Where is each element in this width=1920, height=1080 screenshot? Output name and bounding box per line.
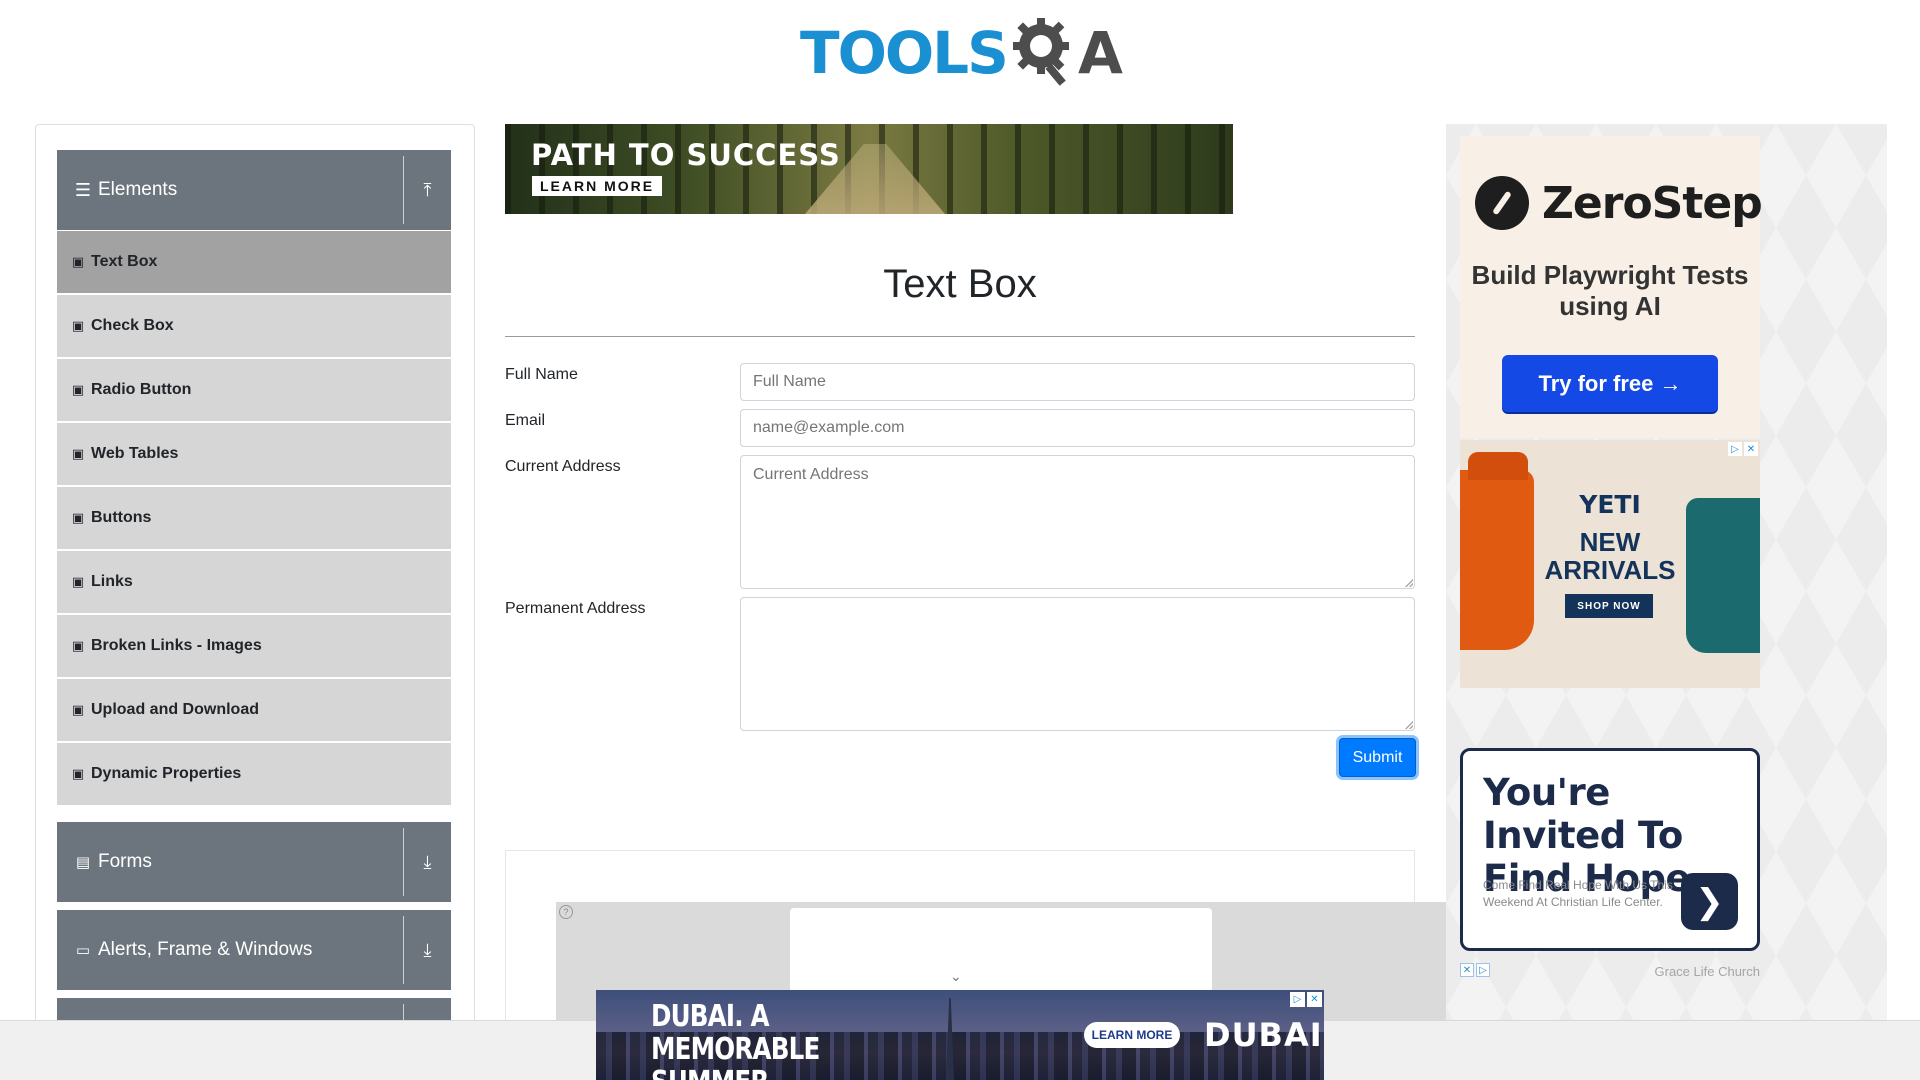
banner-title: PATH TO SUCCESS	[531, 138, 841, 172]
current-address-label: Current Address	[505, 458, 621, 475]
site-logo[interactable]: TOOLS A	[800, 14, 1125, 92]
email-label: Email	[505, 412, 546, 429]
banner-ad[interactable]: PATH TO SUCCESS LEARN MORE	[505, 124, 1233, 214]
adchoices-icon[interactable]: ▷	[1476, 963, 1490, 977]
html5-icon: ▣	[71, 574, 85, 589]
expand-down-icon[interactable]: ⤓	[404, 852, 451, 873]
gear-logo-icon	[1013, 18, 1069, 86]
zerostep-subtitle: Build Playwright Tests using AI	[1471, 260, 1749, 321]
ad-source[interactable]: Grace Life Church	[1655, 964, 1761, 979]
collapse-up-icon[interactable]: ⤒	[404, 180, 451, 201]
zerostep-name: ZeroStep	[1542, 178, 1763, 229]
sidebar-group-title: Elements	[98, 179, 178, 200]
sidebar-item-text-box[interactable]: ▣ Text Box	[57, 231, 451, 293]
permanent-address-label: Permanent Address	[505, 600, 646, 617]
yeti-headline: NEW ARRIVALS	[1544, 527, 1676, 585]
sidebar-group-forms[interactable]: ▤ Forms ⤓	[57, 822, 451, 902]
page-title: Text Box	[883, 262, 1037, 306]
sidebar-group-title: Alerts, Frame & Windows	[98, 939, 313, 960]
full-name-input[interactable]	[740, 363, 1415, 401]
resize-handle-icon[interactable]	[1405, 579, 1413, 587]
sidebar-item-dynamic-properties[interactable]: ▣ Dynamic Properties	[57, 743, 451, 805]
banner-learn-more-button[interactable]: LEARN MORE	[532, 176, 663, 196]
html5-icon: ▣	[71, 254, 85, 269]
ad-controls: ▷ ✕	[1290, 992, 1322, 1007]
hamburger-icon: ☰	[74, 179, 92, 200]
html5-icon: ▣	[71, 318, 85, 333]
sidebar-item-upload-download[interactable]: ▣ Upload and Download	[57, 679, 451, 741]
file-icon: ▤	[75, 854, 91, 871]
hope-ad[interactable]: You're Invited To Find Hope Come Find Re…	[1460, 748, 1760, 951]
expand-down-icon[interactable]: ⤓	[404, 940, 451, 961]
hope-ad-footer: ✕ ▷ Grace Life Church	[1460, 963, 1760, 979]
orange-cooler-image	[1460, 452, 1534, 650]
html5-icon: ▣	[71, 510, 85, 525]
adchoices-icon[interactable]: ▷	[1290, 992, 1305, 1007]
sidebar-item-label: Radio Button	[91, 381, 192, 398]
window-icon: ▭	[75, 942, 91, 959]
title-divider	[505, 336, 1415, 337]
close-icon[interactable]: ✕	[1307, 992, 1322, 1007]
permanent-address-wrapper	[740, 597, 1415, 731]
sidebar-item-label: Web Tables	[91, 445, 179, 462]
zerostep-logo-icon	[1475, 176, 1529, 230]
sidebar-item-label: Text Box	[91, 253, 158, 270]
ad-info-icon[interactable]: ?	[559, 905, 573, 919]
yeti-ad[interactable]: YETI NEW ARRIVALS SHOP NOW ▷ ✕	[1460, 440, 1760, 688]
logo-text: TOOLS	[800, 19, 1009, 87]
sidebar-item-check-box[interactable]: ▣ Check Box	[57, 295, 451, 357]
sidebar-item-label: Links	[91, 573, 133, 590]
sidebar-item-broken-links[interactable]: ▣ Broken Links - Images	[57, 615, 451, 677]
hope-body: Come Find Real Hope With Us This Weekend…	[1483, 878, 1673, 909]
html5-icon: ▣	[71, 766, 85, 781]
close-icon[interactable]: ✕	[1744, 442, 1758, 456]
sidebar-item-label: Upload and Download	[91, 701, 259, 718]
sidebar-item-label: Broken Links - Images	[91, 637, 262, 654]
permanent-address-textarea[interactable]	[740, 597, 1415, 731]
sidebar-item-links[interactable]: ▣ Links	[57, 551, 451, 613]
teal-cooler-image	[1686, 498, 1760, 653]
dubai-logo: DUBAI	[1204, 1016, 1323, 1054]
sidebar-item-label: Buttons	[91, 509, 152, 526]
chevron-down-icon[interactable]: ⌄	[950, 968, 962, 985]
html5-icon: ▣	[71, 382, 85, 397]
zerostep-ad[interactable]: ZeroStep Build Playwright Tests using AI…	[1460, 136, 1763, 438]
chevron-right-icon[interactable]: ❯	[1681, 873, 1738, 930]
yeti-brand: YETI	[1579, 490, 1641, 519]
logo-text-a: A	[1078, 19, 1123, 87]
html5-icon: ▣	[71, 446, 85, 461]
full-name-label: Full Name	[505, 366, 578, 383]
ad-card	[790, 908, 1212, 992]
sidebar-item-label: Check Box	[91, 317, 174, 334]
page: TOOLS A ☰ Elements ⤒ ▣ Text Box ▣ Check …	[0, 0, 1920, 1080]
sidebar-item-buttons[interactable]: ▣ Buttons	[57, 487, 451, 549]
sidebar-item-radio-button[interactable]: ▣ Radio Button	[57, 359, 451, 421]
submit-button[interactable]: Submit	[1339, 738, 1416, 777]
current-address-wrapper	[740, 455, 1415, 589]
dubai-headline: DUBAI. A MEMORABLE SUMMER VACATION	[651, 999, 820, 1080]
email-input[interactable]	[740, 409, 1415, 447]
resize-handle-icon[interactable]	[1405, 721, 1413, 729]
current-address-textarea[interactable]	[740, 455, 1415, 589]
html5-icon: ▣	[71, 638, 85, 653]
sidebar-group-alerts[interactable]: ▭ Alerts, Frame & Windows ⤓	[57, 910, 451, 990]
shop-now-button[interactable]: SHOP NOW	[1565, 594, 1653, 618]
left-sidebar: ☰ Elements ⤒ ▣ Text Box ▣ Check Box ▣ Ra…	[35, 124, 475, 1080]
sidebar-item-web-tables[interactable]: ▣ Web Tables	[57, 423, 451, 485]
sidebar-group-elements[interactable]: ☰ Elements ⤒	[57, 150, 451, 230]
dubai-footer-ad[interactable]: DUBAI. A MEMORABLE SUMMER VACATION LEARN…	[596, 990, 1324, 1080]
close-icon[interactable]: ✕	[1460, 963, 1474, 977]
sidebar-group-title: Forms	[98, 851, 152, 872]
dubai-learn-more-button[interactable]: LEARN MORE	[1084, 1022, 1180, 1048]
sidebar-item-label: Dynamic Properties	[91, 765, 242, 782]
ad-controls: ▷ ✕	[1728, 442, 1758, 456]
try-for-free-button[interactable]: Try for free →	[1502, 355, 1718, 412]
html5-icon: ▣	[71, 702, 85, 717]
adchoices-icon[interactable]: ▷	[1728, 442, 1742, 456]
